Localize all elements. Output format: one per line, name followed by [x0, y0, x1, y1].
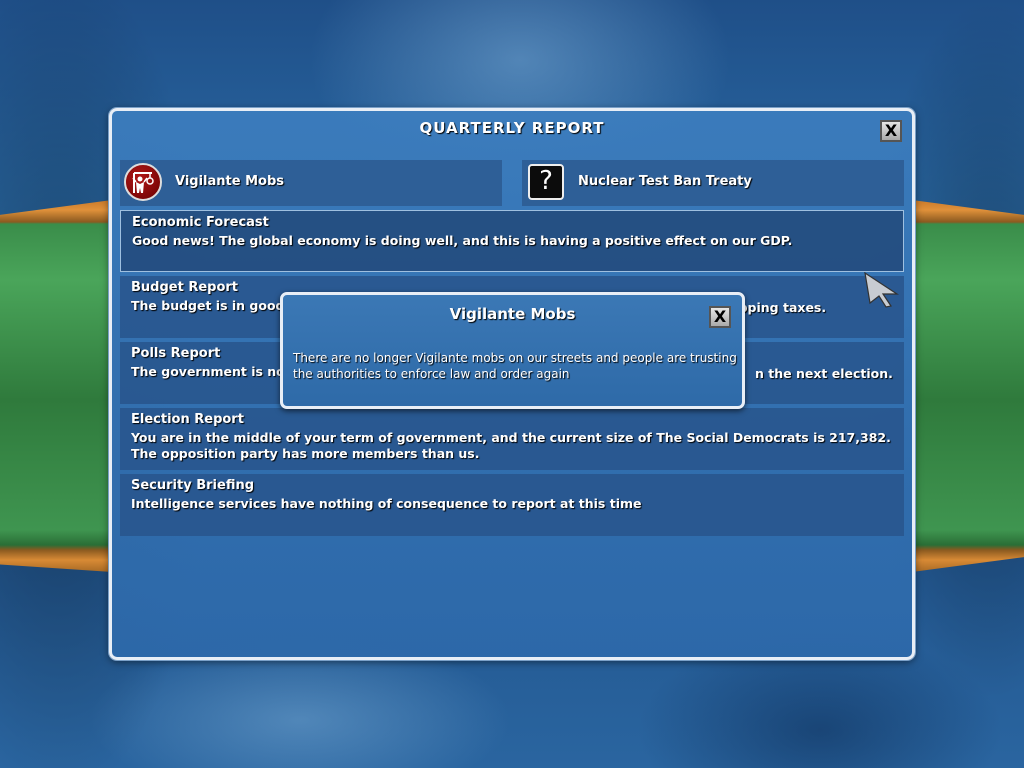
- mouse-pointer-icon: [864, 272, 900, 308]
- popup-title: Vigilante Mobs: [449, 305, 576, 323]
- report-security[interactable]: Security Briefing Intelligence services …: [120, 474, 904, 536]
- report-body-tail: n the next election.: [755, 366, 893, 381]
- close-button[interactable]: X: [880, 120, 902, 142]
- report-election[interactable]: Election Report You are in the middle of…: [120, 408, 904, 470]
- topic-label: Nuclear Test Ban Treaty: [578, 174, 752, 189]
- topic-label: Vigilante Mobs: [175, 174, 285, 189]
- panel-title: QUARTERLY REPORT: [419, 119, 605, 137]
- report-economic-forecast[interactable]: Economic Forecast Good news! The global …: [120, 210, 904, 272]
- report-body: Good news! The global economy is doing w…: [132, 233, 793, 248]
- vigilante-mob-icon: [124, 163, 162, 201]
- flag-stripe-left: [0, 200, 112, 572]
- report-body: You are in the middle of your term of go…: [131, 430, 891, 461]
- report-title: Election Report: [131, 412, 244, 427]
- event-popup: Vigilante Mobs X There are no longer Vig…: [280, 292, 745, 409]
- topic-nuclear-test-ban-treaty[interactable]: ? Nuclear Test Ban Treaty: [522, 160, 904, 206]
- flag-stripe-right: [912, 200, 1024, 572]
- report-title: Security Briefing: [131, 478, 255, 493]
- topic-vigilante-mobs[interactable]: Vigilante Mobs: [120, 160, 502, 206]
- report-body: Intelligence services have nothing of co…: [131, 496, 642, 511]
- question-mark-icon: ?: [528, 164, 564, 200]
- popup-message: There are no longer Vigilante mobs on ou…: [293, 351, 737, 381]
- popup-close-button[interactable]: X: [709, 306, 731, 328]
- report-title: Economic Forecast: [132, 215, 269, 230]
